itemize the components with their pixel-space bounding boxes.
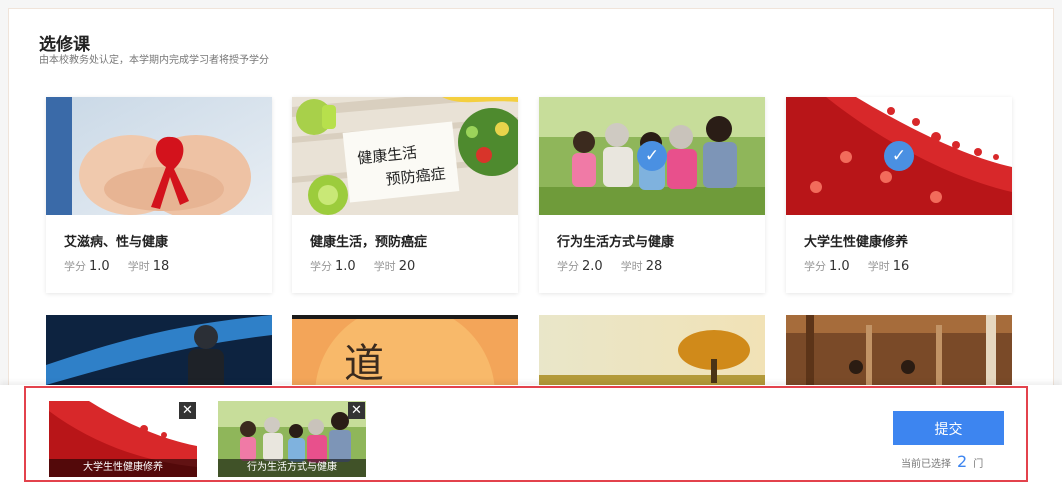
course-card-sexual-health[interactable]: ✓ 大学生性健康修养 学分 1.0 学时 16 — [786, 97, 1012, 293]
hours-label: 学时 — [620, 260, 643, 273]
calligraphy-text: 道 — [344, 341, 384, 387]
selected-count: 当前已选择 2 门 — [901, 452, 983, 471]
credit-label: 学分 — [557, 260, 579, 273]
credit-value: 1.0 — [89, 259, 110, 274]
count-prefix: 当前已选择 — [901, 459, 951, 470]
credit-label: 学分 — [64, 260, 86, 273]
page-subtitle: 由本校教务处认定，本学期内完成学习者将授予学分 — [39, 55, 269, 66]
hours-value: 20 — [398, 259, 416, 274]
course-meta: 学分 1.0 学时 18 — [64, 258, 169, 274]
hours-value: 28 — [645, 259, 663, 274]
credit-value: 1.0 — [829, 259, 850, 274]
course-meta: 学分 1.0 学时 16 — [804, 258, 909, 274]
close-icon[interactable]: ✕ — [179, 402, 196, 419]
course-card-aids[interactable]: 艾滋病、性与健康 学分 1.0 学时 18 — [46, 97, 272, 293]
hours-value: 16 — [892, 259, 910, 274]
credit-label: 学分 — [804, 260, 826, 273]
count-value: 2 — [957, 452, 968, 471]
course-card-row2-1[interactable] — [46, 315, 272, 395]
course-name: 大学生性健康修养 — [804, 235, 909, 250]
hours-label: 学时 — [127, 260, 150, 273]
selected-course-name: 行为生活方式与健康 — [218, 459, 366, 477]
course-name: 健康生活，预防癌症 — [310, 235, 428, 250]
course-name: 艾滋病、性与健康 — [64, 235, 169, 250]
selected-check-icon: ✓ — [884, 141, 914, 171]
course-card-lifestyle[interactable]: ✓ 行为生活方式与健康 学分 2.0 学时 28 — [539, 97, 765, 293]
course-card-cancer[interactable]: 健康生活 预防癌症 健康生活，预防癌症 学分 1.0 学时 20 — [292, 97, 518, 293]
credit-label: 学分 — [310, 260, 332, 273]
course-card-row2-2[interactable]: 道 — [292, 315, 518, 395]
selected-course-name: 大学生性健康修养 — [49, 459, 197, 477]
hours-label: 学时 — [867, 260, 890, 273]
credit-value: 2.0 — [582, 259, 603, 274]
count-unit: 门 — [973, 459, 984, 470]
selected-check-icon: ✓ — [637, 141, 667, 171]
course-meta: 学分 2.0 学时 28 — [557, 258, 662, 274]
selected-course-thumb[interactable]: 行为生活方式与健康 ✕ — [218, 401, 366, 477]
selected-course-thumb[interactable]: 大学生性健康修养 ✕ — [49, 401, 197, 477]
credit-value: 1.0 — [335, 259, 356, 274]
hours-label: 学时 — [373, 260, 396, 273]
course-card-row2-4[interactable] — [786, 315, 1012, 395]
course-image-red-ribbon — [46, 97, 272, 215]
submit-button[interactable]: 提交 — [893, 411, 1004, 445]
close-icon[interactable]: ✕ — [348, 402, 365, 419]
course-name: 行为生活方式与健康 — [557, 235, 675, 250]
course-meta: 学分 1.0 学时 20 — [310, 258, 415, 274]
course-card-row2-3[interactable] — [539, 315, 765, 395]
hours-value: 18 — [152, 259, 170, 274]
course-image-healthy-food: 健康生活 预防癌症 — [292, 97, 518, 215]
